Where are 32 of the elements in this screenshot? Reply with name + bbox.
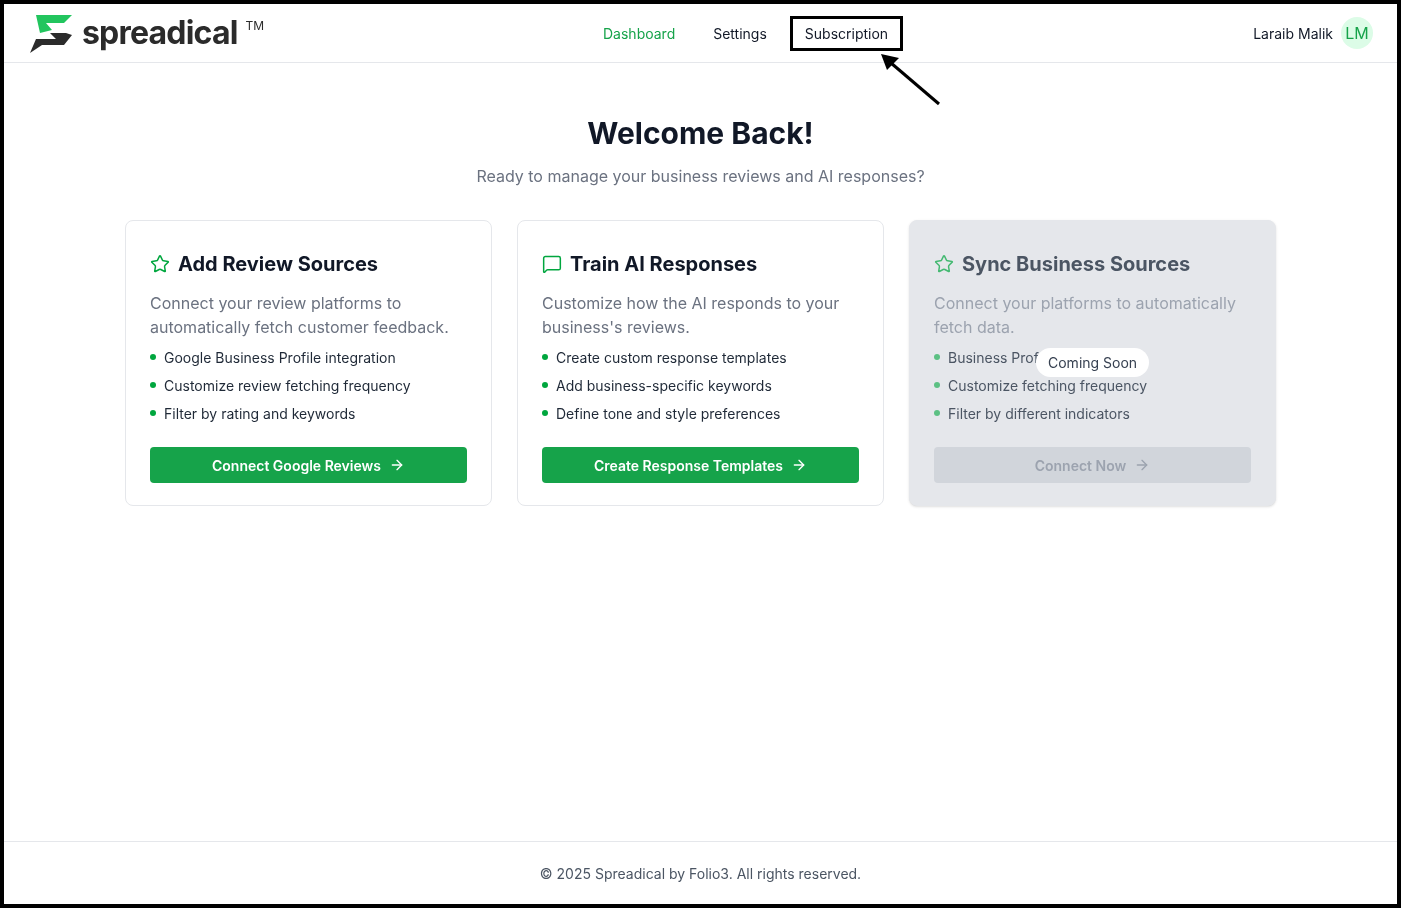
welcome-subtitle: Ready to manage your business reviews and AI responses? [476, 165, 925, 188]
card-title: Sync Business Sources [962, 251, 1191, 278]
feature-text: Create custom response templates [556, 347, 787, 368]
welcome-title: Welcome Back! [587, 114, 814, 153]
user-name: Laraib Malik [1253, 23, 1333, 44]
action-button[interactable]: Create Response Templates [542, 447, 859, 483]
card-title: Add Review Sources [178, 251, 378, 278]
pointer-arrow-drawing [879, 52, 941, 106]
feature-text: Add business-specific keywords [556, 375, 772, 396]
feature-text: Define tone and style preferences [556, 403, 781, 424]
feature-text: Customize review fetching frequency [164, 375, 411, 396]
card-description: Customize how the AI responds to your business's reviews. [542, 292, 841, 339]
action-button[interactable]: Connect Google Reviews [150, 447, 467, 483]
feature-text: Google Business Profile integration [164, 347, 396, 368]
nav-link[interactable]: Settings [698, 15, 782, 51]
card-description: Connect your platforms to automatically fetch data. [934, 292, 1237, 339]
card-title: Train AI Responses [570, 251, 758, 278]
logo-icon [28, 13, 74, 53]
feature-text: Filter by different indicators [948, 403, 1130, 424]
star-icon [150, 254, 170, 274]
user-avatar[interactable]: LM [1341, 17, 1373, 49]
arrow-right-icon [389, 457, 405, 473]
trademark-mark: TM [245, 17, 265, 35]
nav-link[interactable]: Dashboard [588, 15, 691, 51]
card-description: Connect your review platforms to automatically fetch customer feedback. [150, 292, 450, 339]
nav-link[interactable]: Subscription [789, 15, 904, 51]
copyright-text: © 2025 Spreadical by Folio3. All rights reserved. [539, 863, 862, 884]
chat-icon [542, 254, 562, 274]
feature-text: Customize fetching frequency [948, 375, 1148, 396]
star-icon [934, 254, 954, 274]
feature-text: Filter by rating and keywords [164, 403, 356, 424]
brand-name: spreadical [82, 17, 238, 49]
